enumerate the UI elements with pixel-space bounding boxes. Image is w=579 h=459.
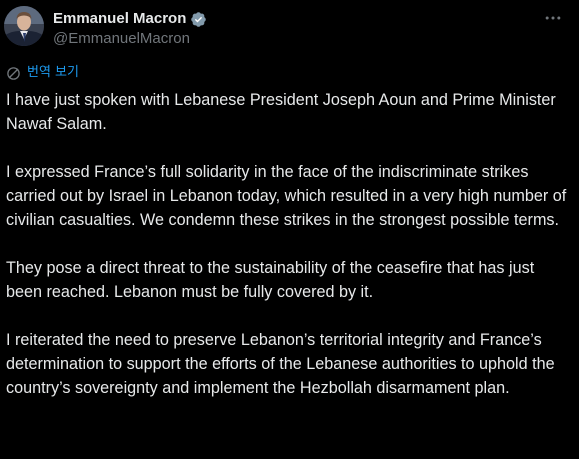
tweet-paragraph: I have just spoken with Lebanese Preside… (6, 91, 556, 133)
profile-photo (4, 6, 44, 46)
translate-icon (6, 66, 21, 81)
avatar[interactable] (4, 6, 44, 46)
tweet-header: Emmanuel Macron @EmmanuelMacron (0, 0, 579, 56)
tweet-paragraph: I reiterated the need to preserve Lebano… (6, 331, 555, 397)
translate-button[interactable]: 번역 보기 (6, 64, 79, 82)
translate-label[interactable]: 번역 보기 (27, 64, 79, 82)
author-handle[interactable]: @EmmanuelMacron (53, 29, 190, 49)
author-display-name[interactable]: Emmanuel Macron (53, 9, 186, 29)
author-name-row: Emmanuel Macron (53, 9, 207, 29)
tweet-paragraph: They pose a direct threat to the sustain… (6, 259, 535, 301)
tweet-paragraph: I expressed France’s full solidarity in … (6, 163, 567, 229)
tweet-text: I have just spoken with Lebanese Preside… (6, 88, 574, 400)
more-options-icon[interactable] (541, 8, 565, 28)
verified-badge-icon (190, 11, 207, 28)
